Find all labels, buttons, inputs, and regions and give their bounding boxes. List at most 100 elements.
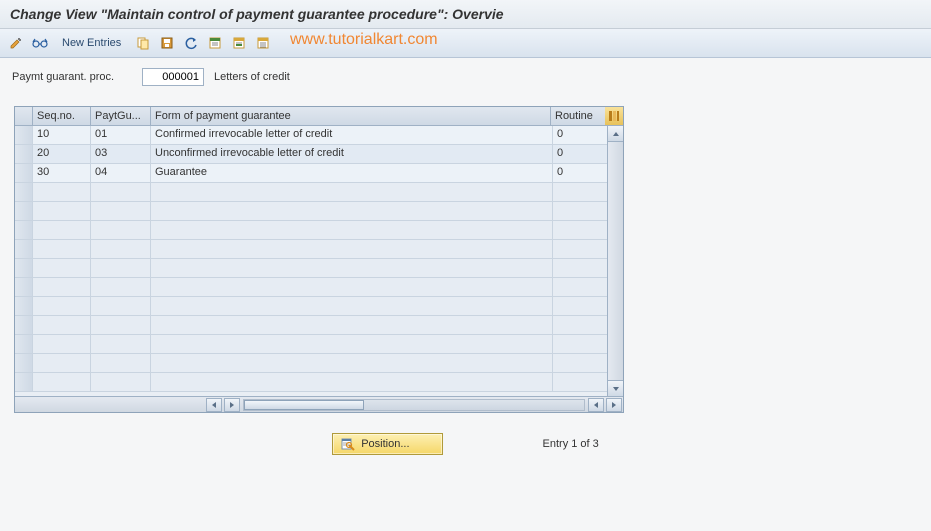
cell-paytgu[interactable] — [91, 297, 151, 315]
cell-routine[interactable]: 0 — [553, 126, 607, 144]
scroll-right-icon[interactable] — [606, 398, 622, 412]
cell-seq[interactable] — [33, 240, 91, 258]
deselect-icon[interactable] — [253, 33, 273, 53]
cell-seq[interactable] — [33, 373, 91, 391]
cell-form[interactable] — [151, 240, 553, 258]
cell-form[interactable]: Confirmed irrevocable letter of credit — [151, 126, 553, 144]
cell-form[interactable] — [151, 202, 553, 220]
cell-routine[interactable] — [553, 259, 607, 277]
cell-routine[interactable] — [553, 183, 607, 201]
cell-routine[interactable] — [553, 221, 607, 239]
new-entries-button[interactable]: New Entries — [54, 35, 129, 51]
cell-paytgu[interactable] — [91, 259, 151, 277]
col-routine[interactable]: Routine — [551, 107, 605, 125]
table-row — [15, 373, 607, 392]
horizontal-scrollbar[interactable] — [15, 396, 623, 412]
cell-routine[interactable] — [553, 354, 607, 372]
watermark: www.tutorialkart.com — [290, 31, 438, 49]
cell-paytgu[interactable] — [91, 221, 151, 239]
cell-seq[interactable] — [33, 335, 91, 353]
cell-form[interactable] — [151, 259, 553, 277]
scroll-track[interactable] — [608, 142, 623, 380]
cell-paytgu[interactable] — [91, 335, 151, 353]
row-selector[interactable] — [15, 221, 33, 239]
proc-input[interactable] — [142, 68, 204, 86]
cell-seq[interactable] — [33, 297, 91, 315]
cell-form[interactable] — [151, 354, 553, 372]
row-selector[interactable] — [15, 202, 33, 220]
cell-form[interactable]: Unconfirmed irrevocable letter of credit — [151, 145, 553, 163]
scroll-right-inner-icon[interactable] — [224, 398, 240, 412]
cell-routine[interactable] — [553, 316, 607, 334]
cell-form[interactable] — [151, 278, 553, 296]
save-var-icon[interactable] — [157, 33, 177, 53]
row-selector[interactable] — [15, 373, 33, 391]
select-block-icon[interactable] — [229, 33, 249, 53]
cell-paytgu[interactable] — [91, 373, 151, 391]
row-selector[interactable] — [15, 354, 33, 372]
cell-form[interactable] — [151, 335, 553, 353]
select-all-icon[interactable] — [205, 33, 225, 53]
undo-icon[interactable] — [181, 33, 201, 53]
row-selector[interactable] — [15, 335, 33, 353]
scroll-up-icon[interactable] — [608, 126, 623, 142]
cell-paytgu[interactable]: 03 — [91, 145, 151, 163]
cell-seq[interactable] — [33, 221, 91, 239]
col-form[interactable]: Form of payment guarantee — [151, 107, 551, 125]
cell-paytgu[interactable] — [91, 183, 151, 201]
row-selector[interactable] — [15, 183, 33, 201]
row-selector[interactable] — [15, 297, 33, 315]
copy-icon[interactable] — [133, 33, 153, 53]
row-selector[interactable] — [15, 259, 33, 277]
cell-seq[interactable] — [33, 316, 91, 334]
glasses-icon[interactable] — [30, 33, 50, 53]
cell-routine[interactable] — [553, 335, 607, 353]
cell-routine[interactable] — [553, 240, 607, 258]
vertical-scrollbar[interactable] — [607, 126, 623, 396]
cell-paytgu[interactable]: 04 — [91, 164, 151, 182]
cell-routine[interactable] — [553, 202, 607, 220]
cell-paytgu[interactable] — [91, 354, 151, 372]
row-selector[interactable] — [15, 316, 33, 334]
row-selector[interactable] — [15, 240, 33, 258]
cell-routine[interactable] — [553, 373, 607, 391]
cell-seq[interactable]: 30 — [33, 164, 91, 182]
cell-paytgu[interactable] — [91, 278, 151, 296]
row-selector[interactable] — [15, 278, 33, 296]
scroll-down-icon[interactable] — [608, 380, 623, 396]
position-button[interactable]: Position... — [332, 433, 442, 455]
scroll-left-inner-icon[interactable] — [588, 398, 604, 412]
row-selector-header[interactable] — [15, 107, 33, 125]
cell-seq[interactable]: 20 — [33, 145, 91, 163]
cell-form[interactable] — [151, 297, 553, 315]
cell-paytgu[interactable] — [91, 240, 151, 258]
change-icon[interactable] — [6, 33, 26, 53]
row-selector[interactable] — [15, 145, 33, 163]
h-scroll-track[interactable] — [243, 399, 585, 411]
h-scroll-thumb[interactable] — [244, 400, 364, 410]
cell-routine[interactable] — [553, 297, 607, 315]
cell-form[interactable] — [151, 316, 553, 334]
scroll-left-icon[interactable] — [206, 398, 222, 412]
row-selector[interactable] — [15, 126, 33, 144]
cell-routine[interactable]: 0 — [553, 145, 607, 163]
col-paytgu[interactable]: PaytGu... — [91, 107, 151, 125]
cell-routine[interactable] — [553, 278, 607, 296]
cell-seq[interactable] — [33, 183, 91, 201]
cell-paytgu[interactable]: 01 — [91, 126, 151, 144]
cell-seq[interactable] — [33, 259, 91, 277]
cell-form[interactable] — [151, 221, 553, 239]
cell-form[interactable] — [151, 373, 553, 391]
cell-seq[interactable] — [33, 354, 91, 372]
column-config-icon[interactable] — [605, 107, 623, 125]
cell-form[interactable]: Guarantee — [151, 164, 553, 182]
cell-seq[interactable]: 10 — [33, 126, 91, 144]
cell-form[interactable] — [151, 183, 553, 201]
cell-paytgu[interactable] — [91, 202, 151, 220]
row-selector[interactable] — [15, 164, 33, 182]
col-seq[interactable]: Seq.no. — [33, 107, 91, 125]
cell-paytgu[interactable] — [91, 316, 151, 334]
cell-routine[interactable]: 0 — [553, 164, 607, 182]
cell-seq[interactable] — [33, 278, 91, 296]
cell-seq[interactable] — [33, 202, 91, 220]
